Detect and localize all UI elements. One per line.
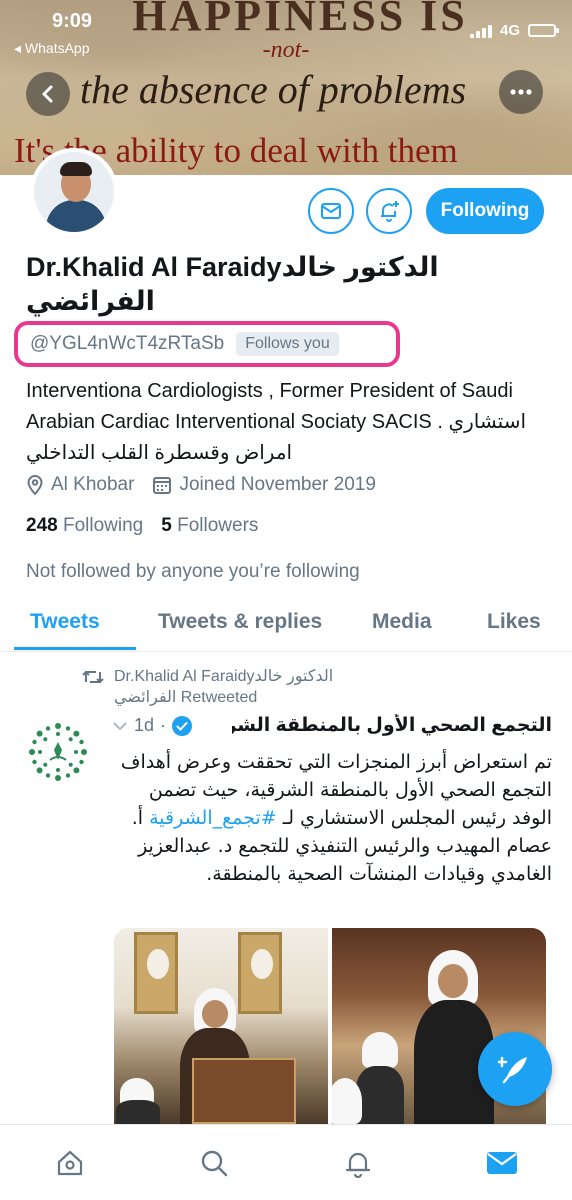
network-label: 4G [500, 22, 520, 39]
tweet-meta: 1d · [112, 715, 192, 736]
status-indicators: 4G [470, 22, 556, 39]
tab-tweets[interactable]: Tweets [30, 610, 100, 634]
nav-notifications[interactable] [338, 1143, 378, 1183]
display-name: Dr.Khalid Al Faraidyالدكتور خالد الفرائض… [26, 250, 546, 318]
photo-portrait-right [238, 932, 282, 1014]
follow-counts: 248 Following 5 Followers [26, 515, 258, 537]
profile-tabs: Tweets Tweets & replies Media Likes [0, 596, 572, 652]
photo-speaker-face [202, 1000, 228, 1028]
active-tab-indicator [14, 647, 136, 650]
tweet-author-avatar[interactable] [26, 720, 90, 784]
back-button[interactable] [26, 72, 70, 116]
tweet-media-grid [114, 928, 546, 1124]
photo-audience-1-body [116, 1100, 160, 1124]
bell-plus-icon [377, 199, 401, 223]
tab-likes[interactable]: Likes [487, 610, 541, 634]
tweet-photo-1[interactable] [114, 928, 328, 1124]
profile-handle: @YGL4nWcT4zRTaSb [30, 333, 224, 355]
profile-joined: Joined November 2019 [152, 474, 375, 496]
followers-label: Followers [177, 515, 258, 536]
compose-feather-icon [498, 1052, 532, 1086]
mutual-followers-note: Not followed by anyone you’re following [26, 561, 360, 583]
chevron-down-icon[interactable] [112, 720, 128, 732]
photo-2-audience-1-body [356, 1066, 404, 1124]
calendar-icon [152, 475, 172, 495]
message-button[interactable] [308, 188, 354, 234]
photo-2-audience-1 [362, 1032, 398, 1068]
tweet-text: تم استعراض أبرز المنجزات التي تحققت وعرض… [112, 748, 552, 888]
followers-count-link[interactable]: 5 Followers [161, 515, 258, 537]
following-count: 248 [26, 515, 58, 536]
profile-meta: Al Khobar Joined November 2019 [26, 474, 376, 496]
profile-location: Al Khobar [26, 474, 134, 496]
retweet-icon [82, 669, 104, 685]
nav-search[interactable] [194, 1143, 234, 1183]
avatar-body [46, 200, 106, 236]
status-back-to-app[interactable]: ◂ WhatsApp [14, 40, 90, 57]
profile-bio: Interventiona Cardiologists , Former Pre… [26, 376, 556, 469]
mail-icon [319, 199, 343, 223]
banner-line-3: the absence of problems [80, 66, 520, 113]
following-label: Following [63, 515, 143, 536]
separator-dot: · [160, 715, 166, 736]
photo-2-audience-2 [332, 1078, 362, 1124]
battery-icon [528, 24, 556, 37]
following-button[interactable]: Following [426, 188, 544, 234]
joined-text: Joined November 2019 [179, 474, 375, 496]
photo-portrait-left [134, 932, 178, 1014]
nav-home[interactable] [50, 1143, 90, 1183]
compose-tweet-button[interactable] [478, 1032, 552, 1106]
tab-media[interactable]: Media [372, 610, 432, 634]
follows-you-badge: Follows you [236, 332, 338, 356]
nav-messages[interactable] [482, 1143, 522, 1183]
signal-icon [470, 24, 492, 38]
more-options-button[interactable] [499, 70, 543, 114]
tweet-header: 1d · التجمع الصحي الأول بالمنطقة الشر... [112, 714, 552, 737]
following-count-link[interactable]: 248 Following [26, 515, 143, 537]
tweet-author-name[interactable]: التجمع الصحي الأول بالمنطقة الشر... [232, 714, 552, 737]
followers-count: 5 [161, 515, 172, 536]
more-horizontal-icon [509, 88, 533, 96]
status-time: 9:09 [52, 10, 92, 33]
avatar-hair [60, 162, 92, 176]
photo-podium [192, 1058, 296, 1124]
retweet-context: Dr.Khalid Al Faraidyالدكتور خالد الفرائض… [82, 666, 382, 708]
bell-icon [343, 1148, 373, 1178]
tweet-time: 1d [134, 715, 154, 736]
location-pin-icon [26, 475, 44, 495]
tab-tweets-and-replies[interactable]: Tweets & replies [158, 610, 322, 634]
chevron-left-icon [38, 84, 58, 104]
health-cluster-logo-icon [26, 720, 90, 784]
mail-icon [486, 1150, 518, 1176]
profile-avatar[interactable] [30, 148, 118, 236]
home-icon [55, 1148, 85, 1178]
bottom-navigation [0, 1124, 572, 1200]
location-text: Al Khobar [51, 474, 134, 496]
search-icon [199, 1148, 229, 1178]
photo-2-speaker-face [438, 964, 468, 998]
verified-badge-icon [172, 716, 192, 736]
notifications-toggle-button[interactable] [366, 188, 412, 234]
tweet-hashtag-link[interactable]: #تجمع_الشرقية [149, 807, 277, 829]
banner-line-1: HAPPINESS IS [120, 0, 480, 41]
handle-highlight: @YGL4nWcT4zRTaSb Follows you [14, 321, 400, 367]
retweeted-by-text: Dr.Khalid Al Faraidyالدكتور خالد الفرائض… [114, 666, 382, 708]
